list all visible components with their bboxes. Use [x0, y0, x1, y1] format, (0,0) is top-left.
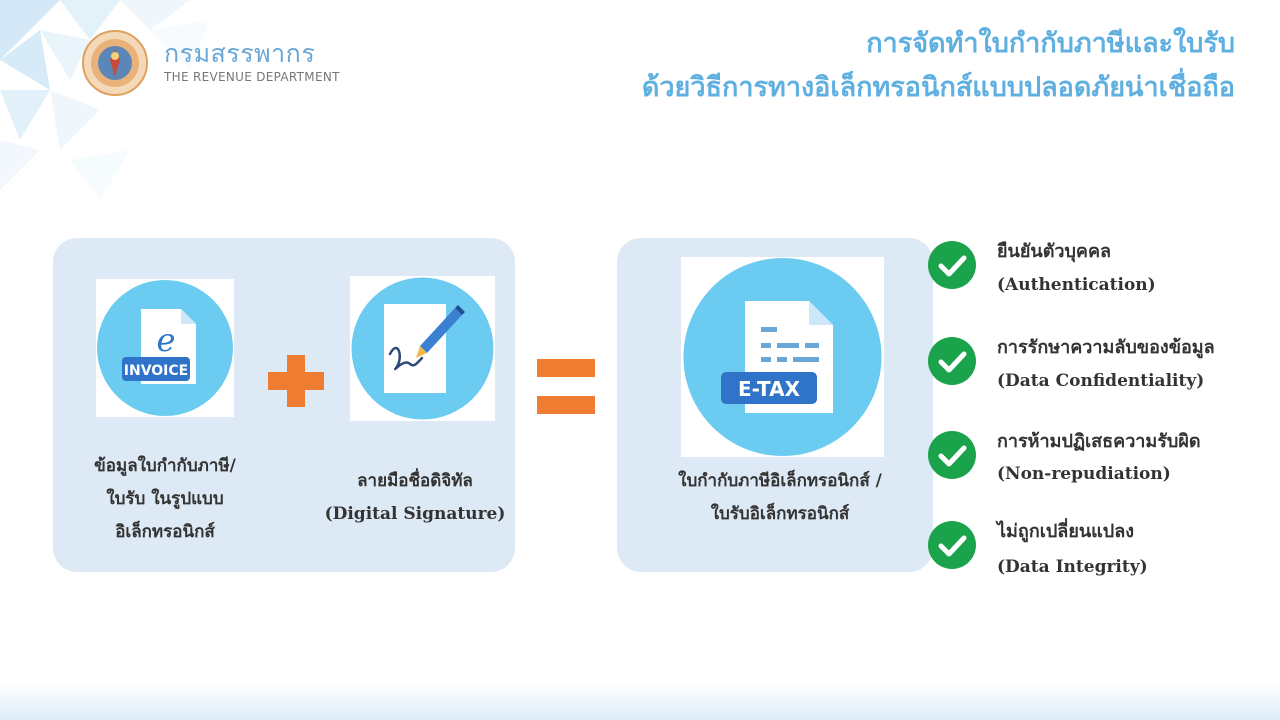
- digital-signature-icon: [351, 277, 494, 420]
- feature-en: (Data Integrity): [997, 557, 1148, 577]
- invoice-label-line-1: ข้อมูลใบกำกับภาษี/: [94, 456, 236, 476]
- revenue-department-logo: กรมสรรพากร THE REVENUE DEPARTMENT: [82, 30, 340, 96]
- check-circle-icon: [928, 521, 976, 569]
- feature-th: การห้ามปฏิเสธความรับผิด: [997, 431, 1201, 452]
- invoice-icon-box: e INVOICE: [96, 279, 234, 417]
- feature-en: (Authentication): [997, 275, 1156, 295]
- e-invoice-icon: e INVOICE: [97, 280, 233, 416]
- etax-label-line-1: ใบกำกับภาษีอิเล็กทรอนิกส์ /: [678, 471, 882, 491]
- invoice-label-line-3: อิเล็กทรอนิกส์: [115, 522, 215, 542]
- signature-label-line-1: ลายมือชื่อดิจิทัล: [357, 471, 473, 491]
- feature-authentication: ยืนยันตัวบุคคล (Authentication): [927, 232, 1267, 302]
- invoice-letter: e: [157, 321, 176, 359]
- feature-th: ไม่ถูกเปลี่ยนแปลง: [997, 521, 1135, 542]
- feature-data-confidentiality: การรักษาความลับของข้อมูล (Data Confident…: [927, 330, 1267, 400]
- feature-en: (Data Confidentiality): [997, 371, 1205, 391]
- check-circle-icon: [928, 337, 976, 385]
- check-circle-icon: [928, 431, 976, 479]
- logo-thai-name: กรมสรรพากร: [164, 39, 316, 68]
- feature-non-repudiation: การห้ามปฏิเสธความรับผิด (Non-repudiation…: [927, 424, 1267, 494]
- signature-icon-box: [350, 276, 495, 421]
- etax-label: ใบกำกับภาษีอิเล็กทรอนิกส์ / ใบรับอิเล็กท…: [630, 465, 930, 531]
- signature-label: ลายมือชื่อดิจิทัล (Digital Signature): [310, 465, 520, 531]
- invoice-badge-text: INVOICE: [124, 363, 188, 379]
- etax-badge-text: E-TAX: [738, 377, 801, 401]
- logo-english-name: THE REVENUE DEPARTMENT: [164, 70, 340, 84]
- etax-icon-box: E-TAX: [681, 257, 884, 457]
- bottom-gradient-band: [0, 684, 1280, 720]
- etax-label-line-2: ใบรับอิเล็กทรอนิกส์: [710, 504, 850, 524]
- invoice-label: ข้อมูลใบกำกับภาษี/ ใบรับ ในรูปแบบ อิเล็ก…: [60, 450, 270, 549]
- check-circle-icon: [928, 241, 976, 289]
- e-tax-document-icon: E-TAX: [683, 258, 882, 456]
- invoice-label-line-2: ใบรับ ในรูปแบบ: [106, 489, 224, 509]
- feature-th: ยืนยันตัวบุคคล: [997, 241, 1112, 262]
- plus-icon: [268, 355, 324, 407]
- signature-label-line-2: (Digital Signature): [324, 504, 506, 524]
- revenue-seal-icon: [82, 30, 148, 96]
- feature-en: (Non-repudiation): [997, 464, 1171, 484]
- title-line-1: การจัดทำใบกำกับภาษีและใบรับ: [866, 28, 1235, 59]
- title-line-2: ด้วยวิธีการทางอิเล็กทรอนิกส์แบบปลอดภัยน่…: [641, 72, 1235, 103]
- feature-th: การรักษาความลับของข้อมูล: [997, 337, 1215, 358]
- equals-icon: [537, 359, 595, 414]
- feature-data-integrity: ไม่ถูกเปลี่ยนแปลง (Data Integrity): [927, 514, 1267, 584]
- slide-title: การจัดทำใบกำกับภาษีและใบรับ ด้วยวิธีการท…: [642, 22, 1235, 110]
